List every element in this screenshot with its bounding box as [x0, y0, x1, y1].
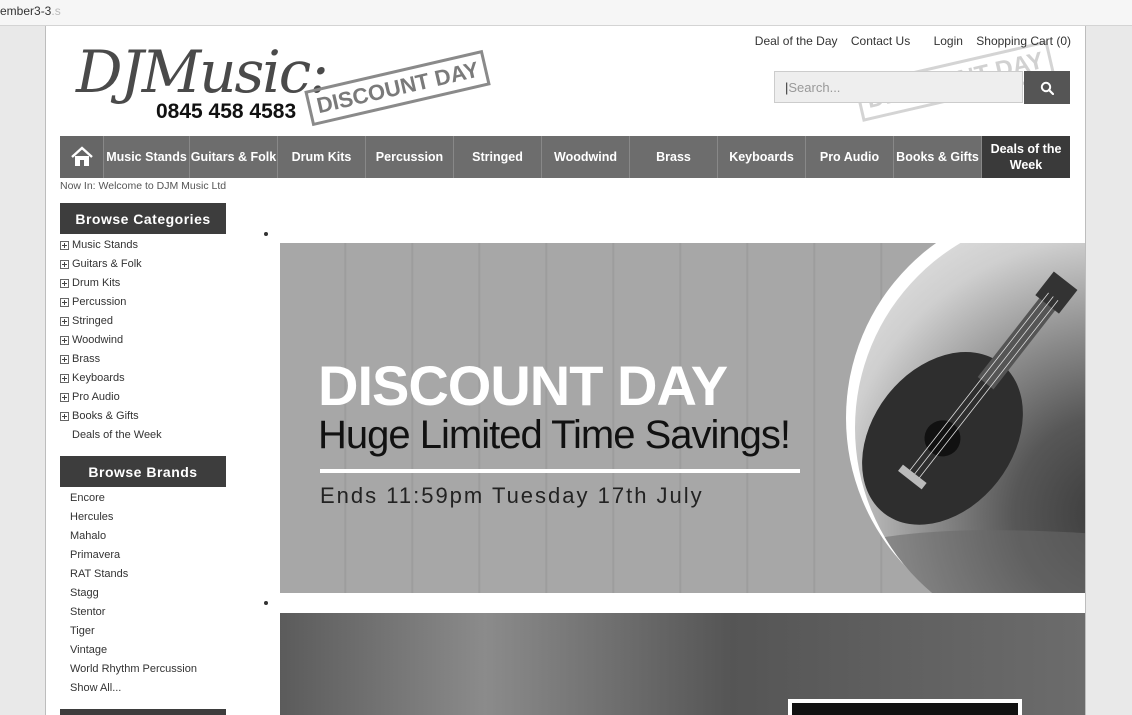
- second-banner-caption-box: [788, 699, 1022, 715]
- category-item[interactable]: Brass: [60, 350, 162, 369]
- banner-end-date: Ends 11:59pm Tuesday 17th July: [320, 483, 704, 508]
- logo-discount-stamp: DISCOUNT DAY: [304, 49, 492, 127]
- expand-plus-icon[interactable]: [60, 355, 69, 364]
- category-label[interactable]: Brass: [72, 350, 100, 369]
- nav-guitars-folk[interactable]: Guitars & Folk: [190, 136, 278, 178]
- discount-day-banner[interactable]: DISCOUNT DAY Huge Limited Time Savings! …: [280, 243, 1085, 593]
- expand-plus-icon[interactable]: [60, 241, 69, 250]
- breadcrumb: Now In: Welcome to DJM Music Ltd: [60, 180, 227, 192]
- category-label[interactable]: Books & Gifts: [72, 407, 139, 426]
- logo-script-text: DJMusic:: [76, 38, 329, 106]
- nav-deals-line2: Week: [1009, 158, 1043, 172]
- site-logo[interactable]: DJMusic: 0845 458 4583 DISCOUNT DAY: [74, 40, 514, 140]
- nav-percussion[interactable]: Percussion: [366, 136, 454, 178]
- category-label[interactable]: Stringed: [72, 312, 113, 331]
- category-label[interactable]: Keyboards: [72, 369, 125, 388]
- brand-item[interactable]: Hercules: [70, 508, 197, 527]
- expand-plus-icon[interactable]: [60, 317, 69, 326]
- banner-subtitle: Huge Limited Time Savings!: [318, 413, 791, 457]
- browse-categories-heading: Browse Categories: [60, 203, 226, 234]
- logo-phone-number: 0845 458 4583: [156, 100, 297, 123]
- second-banner[interactable]: [280, 613, 1085, 715]
- search-icon: [1040, 81, 1054, 95]
- nav-keyboards[interactable]: Keyboards: [718, 136, 806, 178]
- category-list: Music Stands Guitars & Folk Drum Kits Pe…: [60, 236, 162, 445]
- brand-item[interactable]: Vintage: [70, 641, 197, 660]
- brand-item[interactable]: Stagg: [70, 584, 197, 603]
- category-item[interactable]: Woodwind: [60, 331, 162, 350]
- nav-stringed[interactable]: Stringed: [454, 136, 542, 178]
- category-item[interactable]: Stringed: [60, 312, 162, 331]
- nav-deals-line1: Deals of the: [990, 142, 1062, 156]
- login-link[interactable]: Login: [934, 34, 963, 48]
- shopping-cart-link[interactable]: Shopping Cart (0): [976, 34, 1071, 48]
- search-placeholder: Search...: [788, 80, 841, 95]
- brand-item[interactable]: RAT Stands: [70, 565, 197, 584]
- nav-deals-of-the-week[interactable]: Deals of the Week: [982, 136, 1070, 178]
- brand-item[interactable]: Tiger: [70, 622, 197, 641]
- expand-plus-icon[interactable]: [60, 412, 69, 421]
- banner-title: DISCOUNT DAY: [318, 354, 728, 417]
- brand-item[interactable]: Primavera: [70, 546, 197, 565]
- category-label[interactable]: Percussion: [72, 293, 126, 312]
- category-item[interactable]: Guitars & Folk: [60, 255, 162, 274]
- expand-plus-icon[interactable]: [60, 393, 69, 402]
- next-sidebar-heading: [60, 709, 226, 715]
- top-links: Deal of the Day Contact Us Login Shoppin…: [745, 34, 1071, 48]
- slider-bullet[interactable]: [264, 601, 268, 605]
- browser-tab-title[interactable]: ember3-3.s: [0, 4, 61, 18]
- search-input[interactable]: |Search...: [774, 71, 1023, 103]
- main-nav: Music Stands Guitars & Folk Drum Kits Pe…: [60, 136, 1070, 178]
- category-item[interactable]: Drum Kits: [60, 274, 162, 293]
- brand-item[interactable]: World Rhythm Percussion: [70, 660, 197, 679]
- category-item[interactable]: Percussion: [60, 293, 162, 312]
- category-item[interactable]: Pro Audio: [60, 388, 162, 407]
- expand-plus-icon[interactable]: [60, 279, 69, 288]
- category-label[interactable]: Drum Kits: [72, 274, 120, 293]
- web-page: DJMusic: 0845 458 4583 DISCOUNT DAY DISC…: [45, 26, 1086, 715]
- tab-title-fade: .s: [51, 4, 61, 18]
- category-label[interactable]: Music Stands: [72, 236, 138, 255]
- nav-home[interactable]: [60, 136, 104, 178]
- slider-bullet[interactable]: [264, 232, 268, 236]
- category-label[interactable]: Woodwind: [72, 331, 123, 350]
- nav-books-gifts[interactable]: Books & Gifts: [894, 136, 982, 178]
- right-margin: [1086, 26, 1132, 715]
- banner-divider: [320, 469, 800, 473]
- contact-us-link[interactable]: Contact Us: [851, 34, 910, 48]
- home-icon: [70, 146, 93, 166]
- search-button[interactable]: [1024, 71, 1070, 104]
- expand-plus-icon[interactable]: [60, 298, 69, 307]
- brand-item[interactable]: Mahalo: [70, 527, 197, 546]
- expand-plus-icon[interactable]: [60, 260, 69, 269]
- expand-plus-icon[interactable]: [60, 374, 69, 383]
- category-item[interactable]: Keyboards: [60, 369, 162, 388]
- expand-plus-icon[interactable]: [60, 336, 69, 345]
- nav-woodwind[interactable]: Woodwind: [542, 136, 630, 178]
- nav-pro-audio[interactable]: Pro Audio: [806, 136, 894, 178]
- show-all-brands-link[interactable]: Show All...: [70, 679, 197, 698]
- brand-item[interactable]: Stentor: [70, 603, 197, 622]
- category-item[interactable]: Books & Gifts: [60, 407, 162, 426]
- category-item[interactable]: Music Stands: [60, 236, 162, 255]
- nav-music-stands[interactable]: Music Stands: [104, 136, 190, 178]
- nav-brass[interactable]: Brass: [630, 136, 718, 178]
- category-deals-of-the-week[interactable]: Deals of the Week: [60, 426, 162, 445]
- tab-title-text: ember3-3: [0, 4, 52, 18]
- browse-brands-heading: Browse Brands: [60, 456, 226, 487]
- deal-of-the-day-link[interactable]: Deal of the Day: [755, 34, 838, 48]
- brand-list: Encore Hercules Mahalo Primavera RAT Sta…: [70, 489, 197, 698]
- browser-tab-bar: ember3-3.s: [0, 0, 1132, 26]
- nav-drum-kits[interactable]: Drum Kits: [278, 136, 366, 178]
- brand-item[interactable]: Encore: [70, 489, 197, 508]
- category-label[interactable]: Pro Audio: [72, 388, 120, 407]
- category-label[interactable]: Guitars & Folk: [72, 255, 142, 274]
